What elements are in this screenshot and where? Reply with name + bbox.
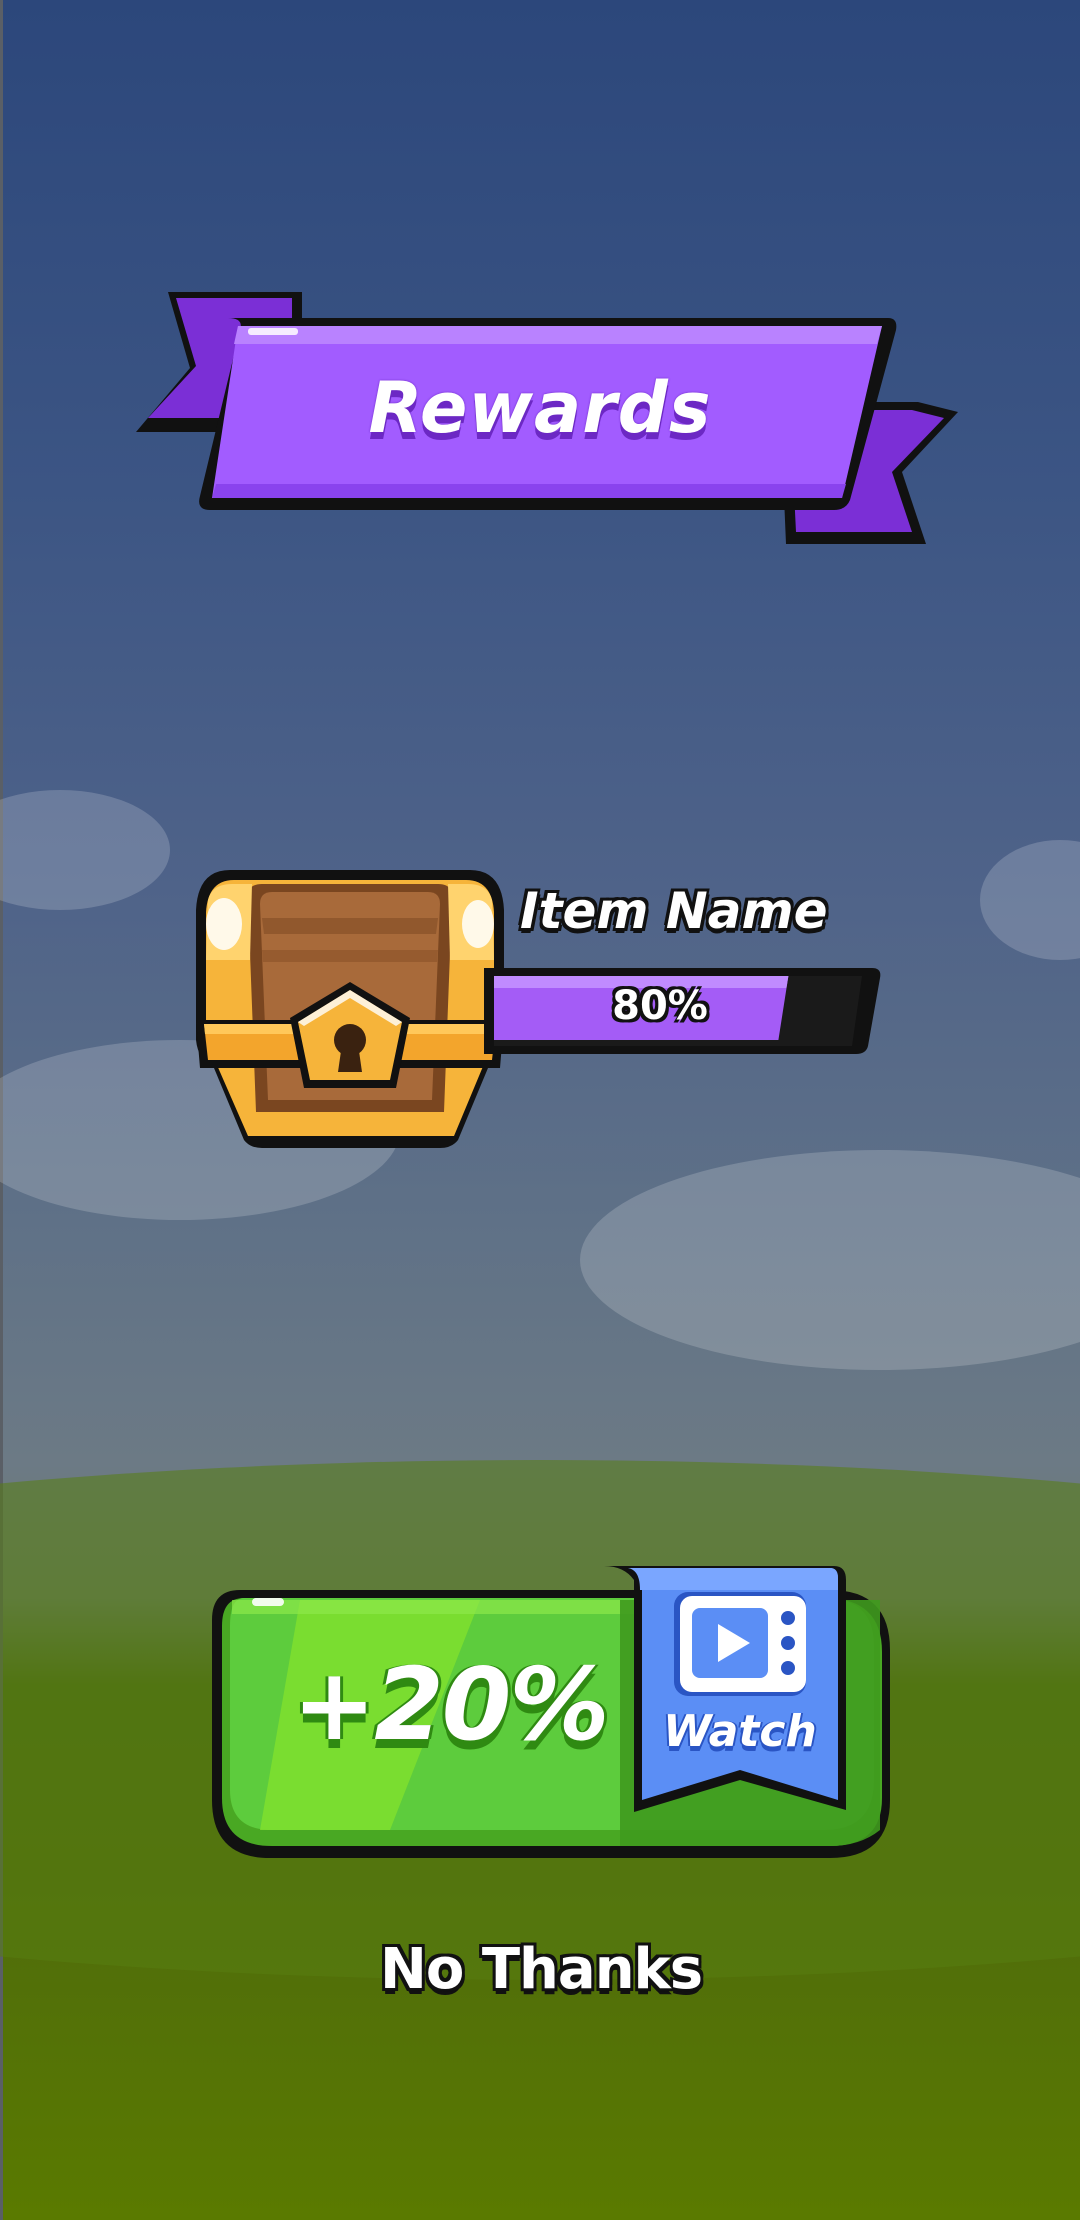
reward-item-name: Item Name [520,882,828,940]
scene-graphics [0,292,1080,1980]
bonus-percent-label: +20% [292,1646,609,1763]
no-thanks-button[interactable]: No Thanks [380,1930,703,2010]
watch-label: Watch [663,1706,817,1757]
rewards-title: Rewards [368,367,712,449]
treasure-chest-icon [196,870,504,1148]
reward-progress-label: 80% [612,983,708,1029]
background-clouds [0,790,1080,1370]
